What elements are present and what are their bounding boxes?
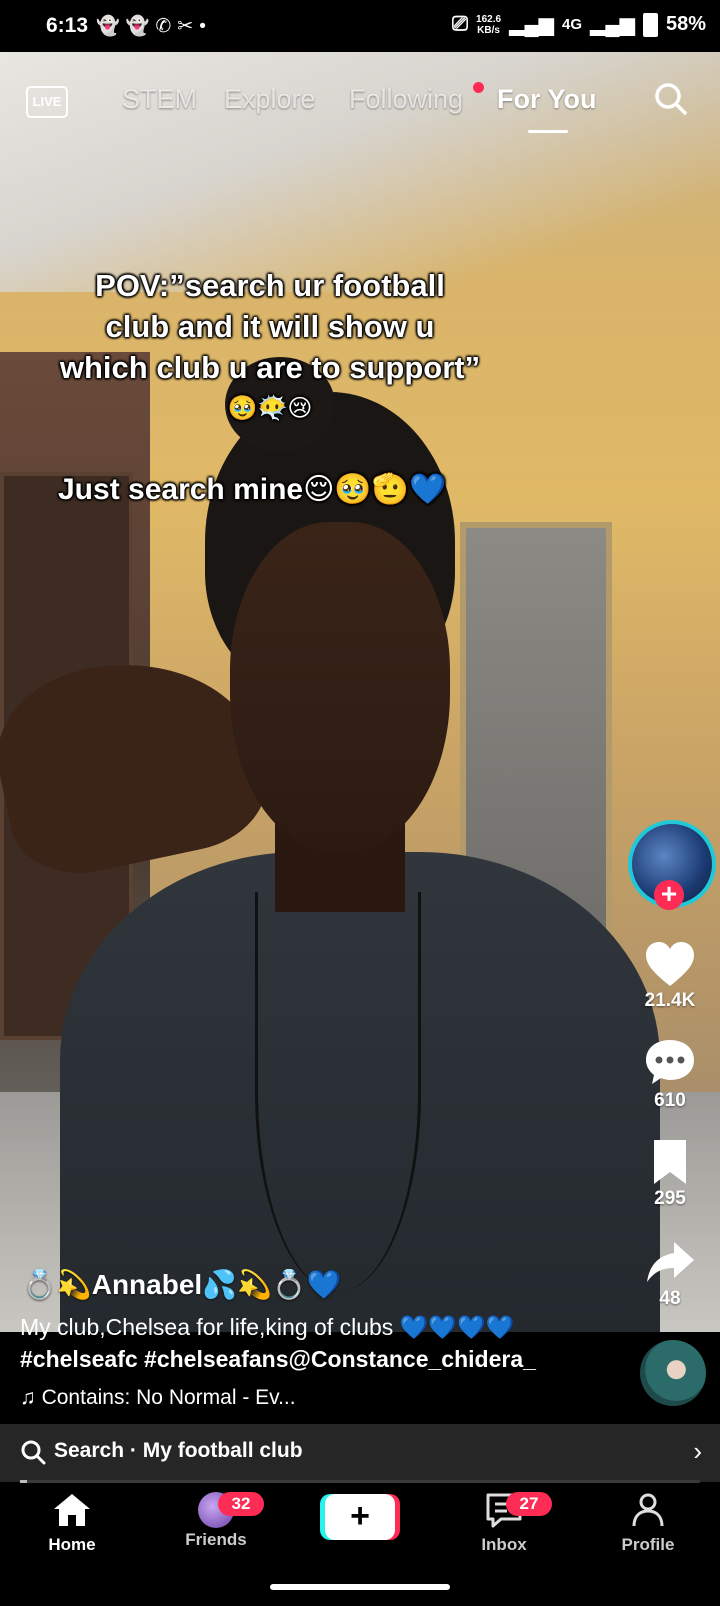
snapchat-icon: 👻 bbox=[96, 16, 126, 37]
post-description: My club,Chelsea for life,king of clubs 💙… bbox=[20, 1314, 515, 1340]
nav-profile-label: Profile bbox=[621, 1535, 675, 1554]
cast-icon: ⎚ bbox=[452, 13, 469, 35]
share-count: 48 bbox=[659, 1288, 681, 1309]
battery-level: 58% bbox=[665, 13, 706, 35]
snapchat-icon: 👻 bbox=[125, 16, 156, 37]
heart-icon[interactable] bbox=[644, 940, 696, 988]
top-navigation: LIVE STEM Explore Following For You bbox=[0, 74, 720, 134]
bookmark-icon[interactable] bbox=[644, 1138, 696, 1186]
speed-unit: KB/s bbox=[477, 24, 500, 36]
nav-friends-label: Friends bbox=[185, 1530, 247, 1549]
inbox-badge: 27 bbox=[506, 1492, 552, 1516]
nav-inbox-label: Inbox bbox=[481, 1535, 527, 1554]
comment-icon[interactable] bbox=[644, 1038, 696, 1086]
like-count: 21.4K bbox=[644, 990, 696, 1011]
video-caption: POV:”search ur football club and it will… bbox=[30, 265, 510, 429]
battery-icon bbox=[642, 12, 658, 37]
chevron-right-icon: › bbox=[693, 1436, 702, 1466]
search-icon[interactable] bbox=[654, 82, 688, 116]
music-disc[interactable] bbox=[640, 1340, 706, 1406]
create-post-button[interactable]: + bbox=[325, 1494, 395, 1540]
music-label[interactable]: ♫ Contains: No Normal - Ev... bbox=[20, 1386, 296, 1410]
caption-line: club and it will show u bbox=[105, 309, 435, 344]
network-type: 4G bbox=[562, 16, 583, 33]
video-progress-bar[interactable] bbox=[20, 1480, 700, 1483]
gesture-home-bar[interactable] bbox=[270, 1584, 450, 1590]
post-hashtags[interactable]: #chelseafc #chelseafans@Constance_chider… bbox=[20, 1346, 536, 1373]
search-suggestion-label: Search · My football club bbox=[54, 1439, 303, 1462]
friends-badge: 32 bbox=[218, 1492, 264, 1516]
live-button[interactable]: LIVE bbox=[26, 86, 68, 118]
tab-following[interactable]: Following bbox=[349, 84, 463, 115]
capcut-icon: ✂ bbox=[177, 16, 200, 37]
whatsapp-icon: ✆ bbox=[155, 16, 178, 37]
tab-explore[interactable]: Explore bbox=[224, 84, 316, 115]
signal-icon: ▂▄▆ bbox=[509, 14, 555, 36]
caption-line: POV:”search ur football bbox=[95, 268, 445, 303]
video-caption-second: Just search mine😌🥹🫡💙 bbox=[58, 473, 447, 506]
speed-value: 162.6 bbox=[476, 13, 502, 25]
scene-face bbox=[230, 522, 450, 852]
nav-home-label: Home bbox=[48, 1535, 96, 1554]
plus-icon: + bbox=[350, 1497, 370, 1535]
network-speed: 162.6 KB/s bbox=[476, 14, 501, 36]
comment-count: 610 bbox=[654, 1090, 686, 1111]
tab-stem[interactable]: STEM bbox=[122, 84, 197, 115]
caption-line: which club u are to support” bbox=[59, 350, 481, 385]
save-count: 295 bbox=[654, 1188, 686, 1209]
scene-necklace bbox=[255, 892, 421, 1292]
home-icon bbox=[54, 1494, 90, 1526]
notification-icons: 👻👻✆✂• bbox=[96, 14, 212, 38]
caption-emoji-line: 🥹😶‍🌫️😢 bbox=[227, 395, 313, 422]
search-suggestion-bar[interactable]: Search · My football club › bbox=[0, 1424, 720, 1482]
follow-button[interactable]: + bbox=[654, 880, 684, 910]
tab-for-you[interactable]: For You bbox=[497, 84, 597, 115]
following-notification-dot bbox=[473, 82, 484, 93]
nav-home[interactable]: Home bbox=[17, 1492, 127, 1555]
share-icon[interactable] bbox=[644, 1238, 696, 1286]
status-time: 6:13 bbox=[46, 14, 89, 37]
nav-profile[interactable]: Profile bbox=[593, 1492, 703, 1555]
status-right: ⎚ 162.6 KB/s ▂▄▆ 4G ▂▄▆ 58% bbox=[452, 12, 706, 37]
video-player[interactable]: POV:”search ur football club and it will… bbox=[0, 52, 720, 1332]
signal-icon-2: ▂▄▆ bbox=[590, 14, 635, 36]
search-icon bbox=[21, 1440, 46, 1465]
creator-username[interactable]: 💍💫Annabel💦💫💍💙 bbox=[22, 1268, 342, 1301]
profile-icon bbox=[632, 1493, 664, 1527]
status-bar: 6:13 👻👻✆✂• ⎚ 162.6 KB/s ▂▄▆ 4G ▂▄▆ 58% bbox=[0, 0, 720, 52]
video-progress-fill bbox=[20, 1480, 27, 1483]
active-tab-indicator bbox=[528, 130, 568, 133]
dot-icon: • bbox=[199, 16, 212, 37]
